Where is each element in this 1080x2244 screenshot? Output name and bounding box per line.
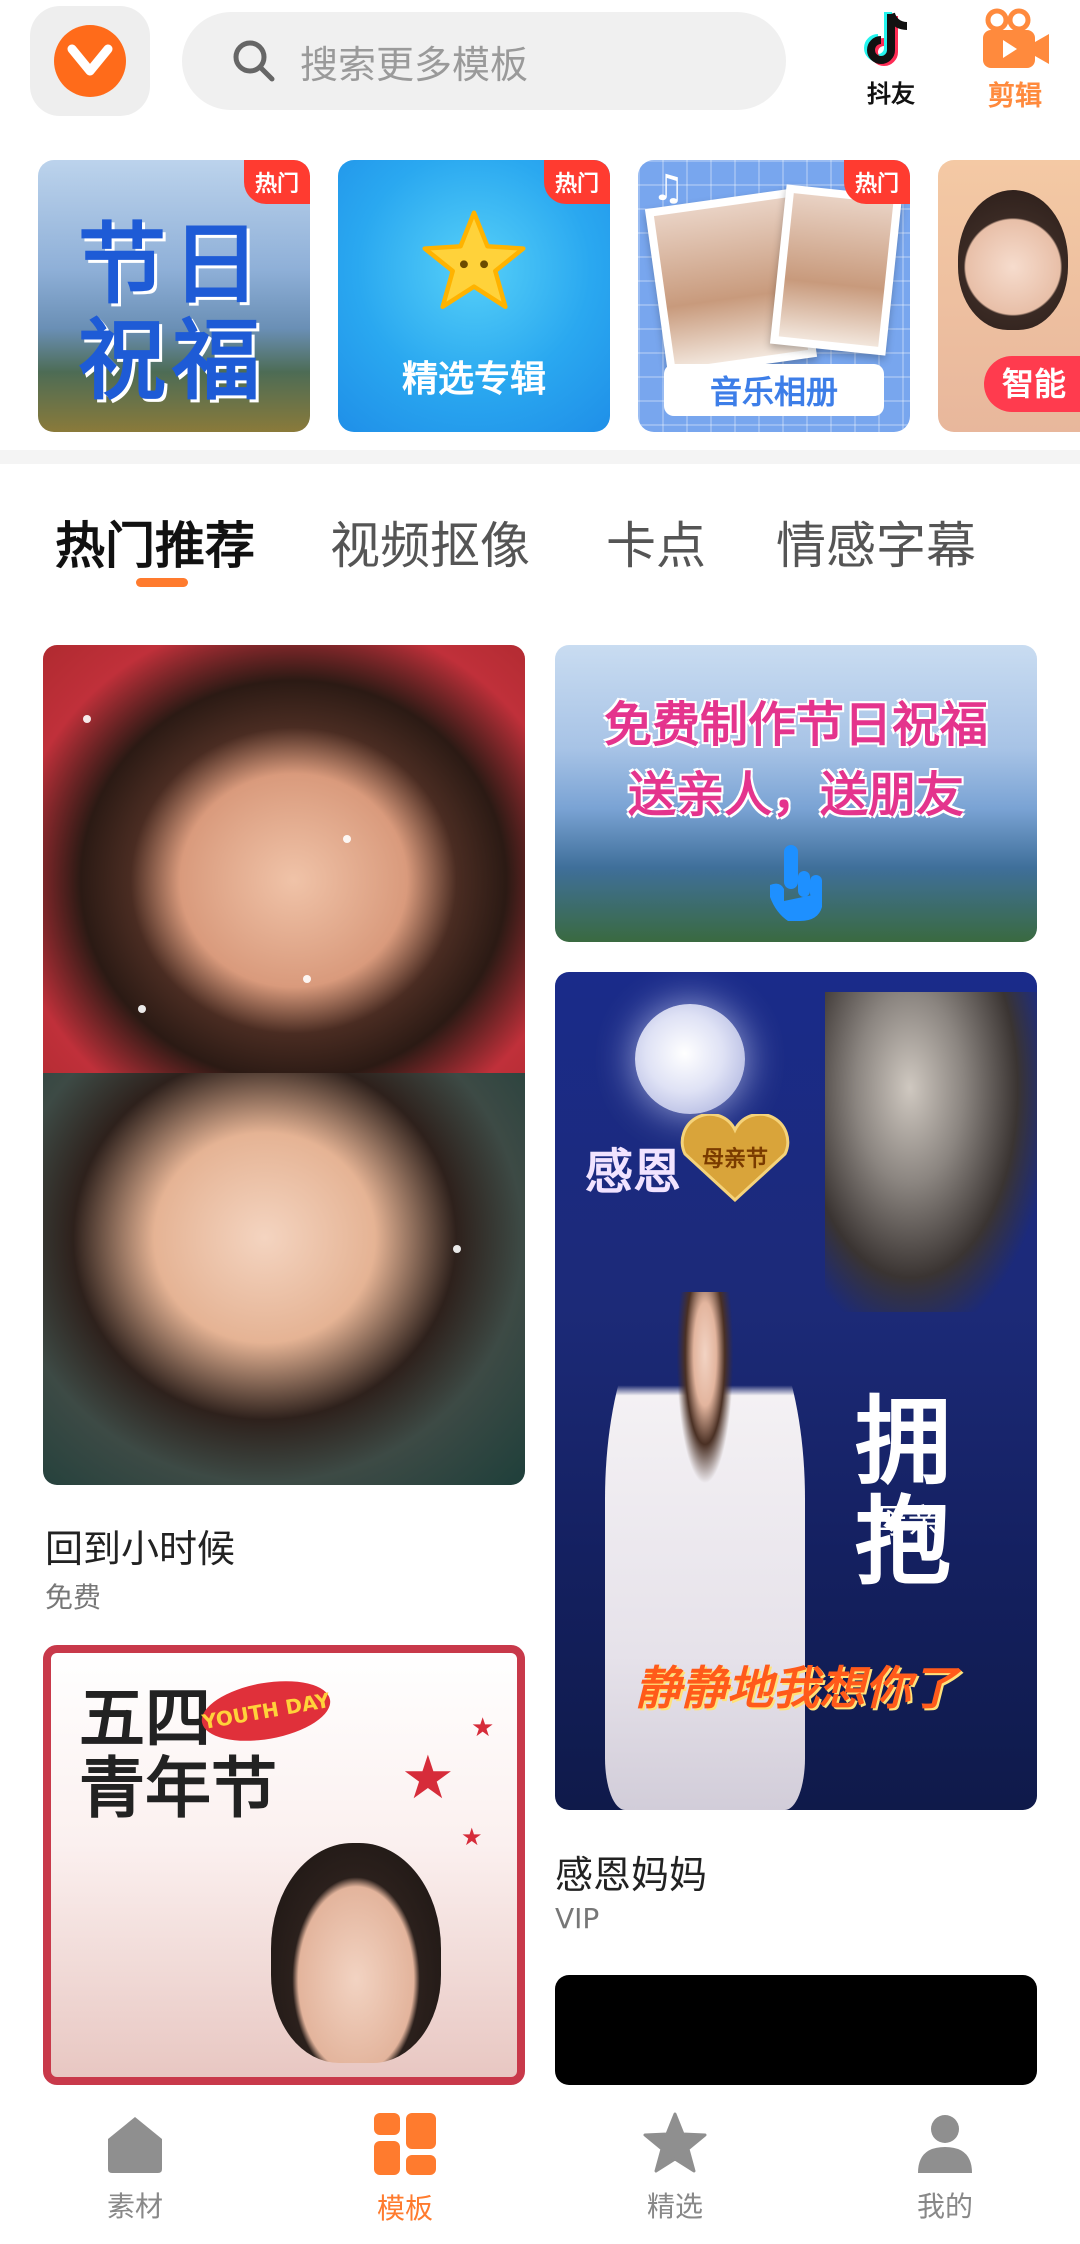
logo-chevron-icon bbox=[54, 25, 126, 97]
bottom-navigation: 素材 模板 精选 我的 bbox=[0, 2085, 1080, 2244]
promo-line2: 送亲人，送朋友 bbox=[627, 767, 964, 823]
search-bar[interactable]: 搜索更多模板 bbox=[182, 12, 786, 110]
red-star-icon: ★ bbox=[401, 1743, 455, 1813]
search-placeholder: 搜索更多模板 bbox=[300, 42, 529, 87]
hot-badge: 热门 bbox=[544, 160, 610, 204]
hot-badge: 热门 bbox=[244, 160, 310, 204]
video-camera-icon bbox=[983, 8, 1049, 68]
overlay-mother: 母亲 bbox=[873, 1502, 941, 1542]
category-banner-row: 节日 祝福 热门 精选专辑 热门 ♫ 音乐相册 热门 智能 bbox=[0, 160, 1080, 432]
tab-beat-sync[interactable]: 卡点 bbox=[606, 506, 706, 578]
template-price-tag: 免费 bbox=[45, 1581, 102, 1614]
profile-icon bbox=[918, 2115, 972, 2173]
moon-image bbox=[635, 1004, 745, 1114]
banner-title-line2: 祝福 bbox=[78, 308, 267, 412]
portrait-image bbox=[958, 190, 1068, 330]
banner-smart[interactable]: 智能 bbox=[938, 160, 1080, 432]
heart-label: 母亲节 bbox=[702, 1146, 768, 1172]
banner-festival-greetings[interactable]: 节日 祝福 热门 bbox=[38, 160, 310, 432]
star-icon bbox=[643, 2112, 707, 2173]
nav-featured[interactable]: 精选 bbox=[605, 2111, 745, 2225]
douyin-label: 抖友 bbox=[867, 80, 915, 108]
tab-emotional-captions[interactable]: 情感字幕 bbox=[776, 506, 976, 578]
tab-hot-recommend[interactable]: 热门推荐 bbox=[55, 506, 255, 578]
top-bar: 搜索更多模板 抖友 剪辑 bbox=[0, 0, 1080, 145]
star-icon bbox=[422, 210, 526, 310]
sparkle bbox=[303, 975, 311, 983]
adult-photo bbox=[43, 1073, 525, 1485]
banner-caption: 精选专辑 bbox=[401, 359, 546, 400]
template-card-childhood[interactable] bbox=[43, 645, 525, 1485]
nav-profile[interactable]: 我的 bbox=[875, 2111, 1015, 2225]
tab-video-matting[interactable]: 视频抠像 bbox=[330, 506, 530, 578]
nav-label: 我的 bbox=[916, 2190, 973, 2223]
headline-line1: 五四 bbox=[79, 1679, 211, 1757]
nav-label: 素材 bbox=[106, 2190, 163, 2223]
sparkle bbox=[83, 715, 91, 723]
overlay-hug: 拥抱 bbox=[855, 1385, 951, 1598]
edit-button[interactable]: 剪辑 bbox=[960, 8, 1070, 118]
portrait-image bbox=[605, 1292, 805, 1810]
nav-templates[interactable]: 模板 bbox=[335, 2111, 475, 2227]
hot-badge: 热门 bbox=[844, 160, 910, 204]
template-card-next[interactable] bbox=[555, 1975, 1037, 2085]
tiktok-icon bbox=[864, 12, 908, 66]
template-price-tag: VIP bbox=[555, 1902, 600, 1935]
edit-label: 剪辑 bbox=[988, 81, 1042, 112]
portrait-image bbox=[271, 1843, 441, 2063]
douyin-button[interactable]: 抖友 bbox=[836, 8, 946, 118]
overlay-miss-you: 静静地我想你了 bbox=[635, 1661, 957, 1715]
nav-label: 模板 bbox=[376, 2192, 433, 2225]
promo-line1: 免费制作节日祝福 bbox=[603, 697, 988, 753]
pointing-hand-icon bbox=[770, 845, 822, 921]
banner-music-album[interactable]: ♫ 音乐相册 热门 bbox=[638, 160, 910, 432]
overlay-ganen: 感恩 bbox=[585, 1144, 682, 1200]
nav-materials[interactable]: 素材 bbox=[65, 2111, 205, 2225]
section-divider bbox=[0, 450, 1080, 464]
red-star-icon: ★ bbox=[461, 1823, 483, 1851]
template-title[interactable]: 回到小时候 bbox=[45, 1518, 235, 1573]
heart-icon: 母亲节 bbox=[680, 1114, 790, 1203]
sparkle bbox=[138, 1005, 146, 1013]
app-logo[interactable] bbox=[30, 6, 150, 116]
sparkle bbox=[453, 1245, 461, 1253]
template-card-festival-greetings[interactable]: 免费制作节日祝福 送亲人，送朋友 bbox=[555, 645, 1037, 942]
banner-caption: 音乐相册 bbox=[664, 364, 884, 416]
template-card-thank-mom[interactable]: 母亲节 感恩 拥抱 母亲 静静地我想你了 bbox=[555, 972, 1037, 1810]
childhood-photo bbox=[43, 645, 525, 1073]
photo-frame bbox=[769, 184, 903, 356]
banner-featured-album[interactable]: 精选专辑 热门 bbox=[338, 160, 610, 432]
template-grid-icon bbox=[374, 2113, 436, 2175]
template-title[interactable]: 感恩妈妈 bbox=[555, 1844, 707, 1899]
elder-photo bbox=[825, 992, 1037, 1312]
banner-caption: 智能 bbox=[984, 356, 1080, 412]
template-card-youth-day[interactable]: 五四 青年节 YOUTH DAY ★ ★ ★ bbox=[43, 1645, 525, 2085]
headline-line2: 青年节 bbox=[79, 1749, 277, 1827]
search-icon bbox=[233, 40, 275, 82]
home-icon bbox=[108, 2117, 162, 2173]
red-star-icon: ★ bbox=[471, 1713, 495, 1743]
sparkle bbox=[343, 835, 351, 843]
active-tab-indicator bbox=[136, 578, 188, 587]
category-tabs: 热门推荐 视频抠像 卡点 情感字幕 bbox=[0, 496, 1080, 592]
music-note-icon: ♫ bbox=[652, 168, 685, 209]
nav-label: 精选 bbox=[646, 2190, 703, 2223]
